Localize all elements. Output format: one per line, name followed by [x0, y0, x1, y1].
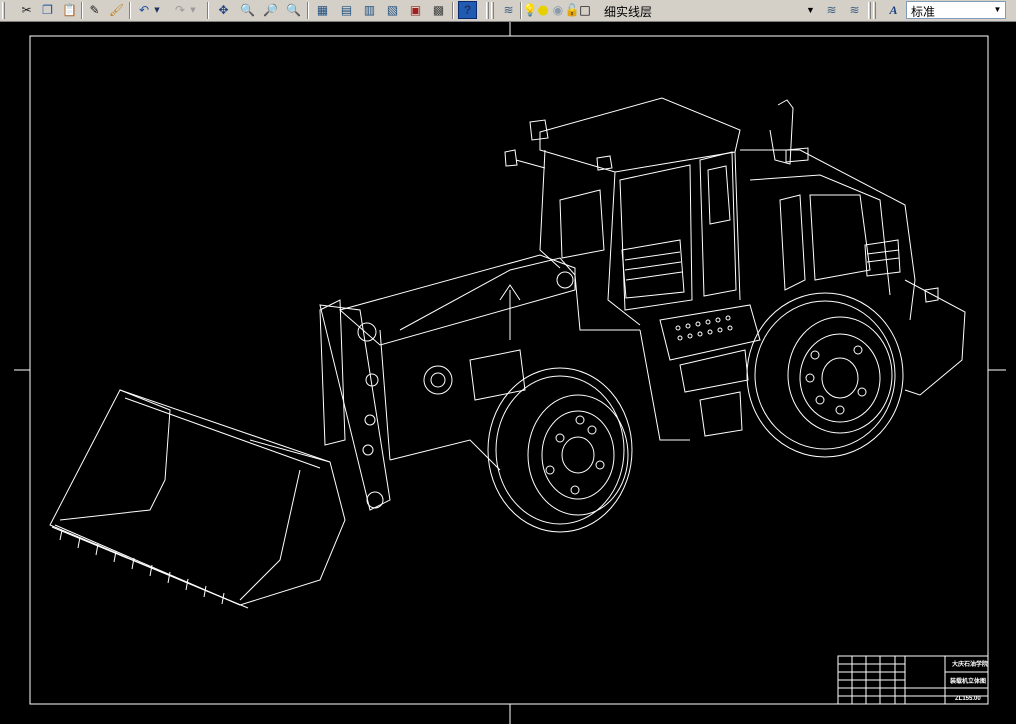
lock-icon[interactable]: 🔓	[565, 1, 580, 19]
standard-toolbar: ✂ ❐ 📋 ✎ 🖌 ↶ ▼ ↷ ▼ ✥ 🔍 🔎 🔍 ▦ ▤ ▥ ▧ ▣ ▩ ? …	[0, 0, 1016, 22]
layer-manager-icon[interactable]: ≋	[499, 1, 518, 19]
boom-arm	[319, 254, 576, 511]
text-style-dropdown[interactable]: 标准 ▼	[906, 1, 1006, 19]
undo-dropdown-chevron-icon[interactable]: ▼	[152, 1, 162, 19]
text-style-icon[interactable]: A	[884, 1, 903, 19]
redo-icon[interactable]: ↷	[172, 1, 188, 19]
title-block-drawing-number: ZL155.00	[955, 696, 981, 702]
make-object-layer-current-icon[interactable]: ≋	[822, 1, 841, 19]
toolbar-separator	[129, 2, 131, 19]
freeze-viewport-icon[interactable]: ◉	[552, 1, 564, 19]
zoom-previous-icon[interactable]: 🔍	[284, 1, 303, 19]
toolbar-grip[interactable]	[873, 2, 876, 19]
markup-icon[interactable]: ▣	[406, 1, 425, 19]
toolbar-grip[interactable]	[491, 2, 494, 19]
chevron-down-icon[interactable]: ▼	[991, 3, 1004, 16]
design-center-icon[interactable]: ▤	[337, 1, 356, 19]
toolbar-separator	[81, 2, 83, 19]
bucket	[49, 389, 346, 609]
sun-icon[interactable]: ●	[537, 1, 549, 19]
chevron-down-icon[interactable]: ▼	[804, 3, 817, 16]
copy-icon[interactable]: ❐	[38, 1, 57, 19]
toolbar-separator	[452, 2, 454, 19]
drawing-border	[29, 35, 989, 705]
toolbar-separator	[307, 2, 309, 19]
toolbar-grip[interactable]	[486, 2, 489, 19]
match-properties-icon[interactable]: ✎	[85, 1, 104, 19]
undo-icon[interactable]: ↶	[136, 1, 152, 19]
paste-icon[interactable]: 📋	[60, 1, 79, 19]
calculator-icon[interactable]: ▩	[429, 1, 448, 19]
text-style-name: 标准	[911, 5, 936, 19]
toolbar-grip[interactable]	[868, 2, 871, 19]
properties-icon[interactable]: ▦	[313, 1, 332, 19]
rear-wheel	[746, 292, 904, 458]
zoom-realtime-icon[interactable]: 🔍	[238, 1, 257, 19]
toolbar-separator	[207, 2, 209, 19]
cab	[504, 97, 741, 326]
loader-drawing: 大庆石油学院 装载机立体图 ZL155.00	[14, 22, 1006, 724]
help-icon[interactable]: ?	[458, 1, 477, 19]
title-block-drawing-title: 装载机立体图	[949, 677, 986, 685]
layer-name: 细实线层	[604, 5, 653, 19]
drawing-canvas[interactable]: 大庆石油学院 装载机立体图 ZL155.00	[0, 22, 1016, 724]
pan-icon[interactable]: ✥	[214, 1, 233, 19]
redo-dropdown-chevron-icon[interactable]: ▼	[188, 1, 198, 19]
brush-icon[interactable]: 🖌	[107, 1, 126, 19]
layer-previous-icon[interactable]: ≋	[845, 1, 864, 19]
tool-palettes-icon[interactable]: ▥	[360, 1, 379, 19]
layer-dropdown[interactable]: 细实线层 ▼	[592, 1, 818, 20]
front-frame	[379, 257, 640, 471]
sheet-set-icon[interactable]: ▧	[383, 1, 402, 19]
title-block-school: 大庆石油学院	[952, 660, 988, 668]
engine-hood	[740, 99, 966, 396]
chassis	[639, 304, 761, 441]
color-square-icon[interactable]: □	[579, 1, 591, 19]
cut-icon[interactable]: ✂	[17, 1, 36, 19]
zoom-window-icon[interactable]: 🔎	[261, 1, 280, 19]
lightbulb-icon[interactable]: 💡	[523, 1, 538, 19]
toolbar-grip[interactable]	[2, 2, 5, 19]
